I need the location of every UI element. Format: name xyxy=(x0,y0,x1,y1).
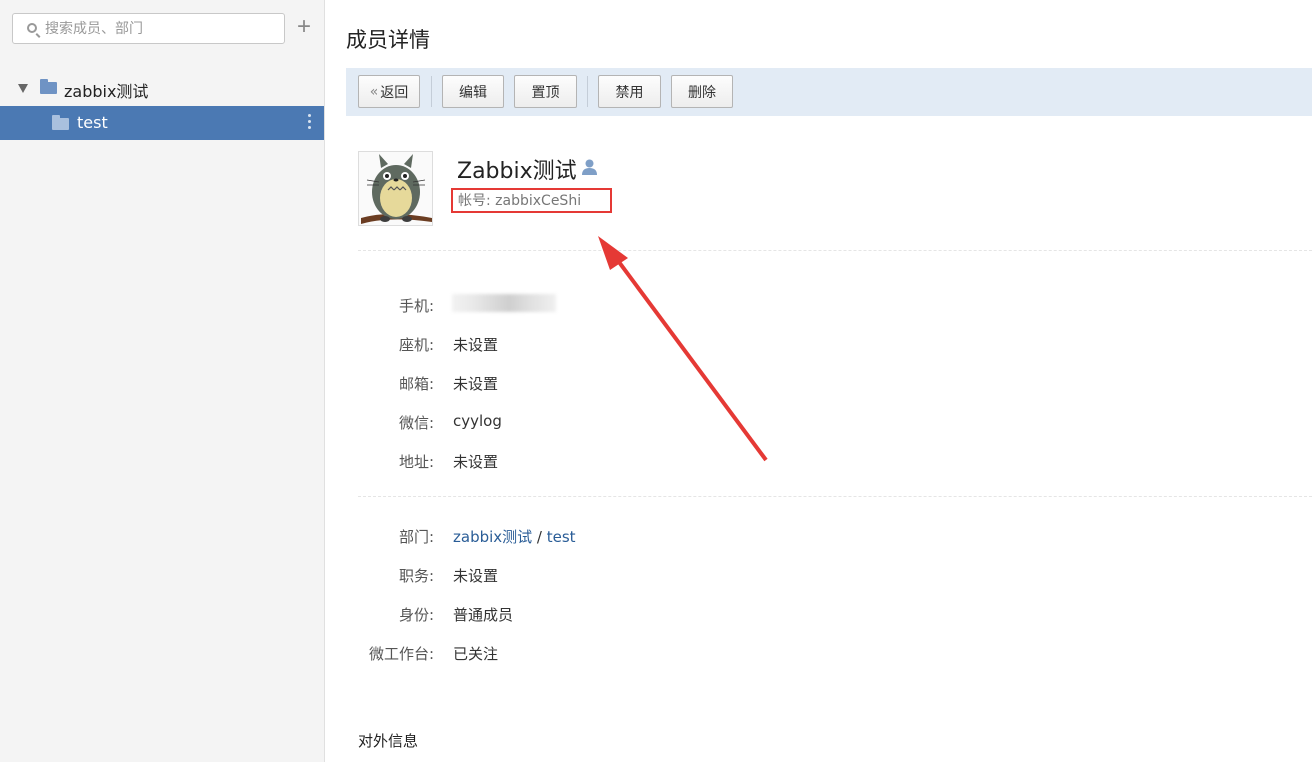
member-name: Zabbix测试 xyxy=(457,159,577,184)
pin-button[interactable]: 置顶 xyxy=(514,75,577,108)
folder-icon xyxy=(52,115,69,130)
pin-button-label: 置顶 xyxy=(531,84,560,101)
sidebar: + zabbix测试 test xyxy=(0,0,325,762)
disable-button[interactable]: 禁用 xyxy=(598,75,661,108)
folder-icon xyxy=(40,79,57,94)
add-button[interactable]: + xyxy=(294,15,314,40)
avatar xyxy=(358,151,433,226)
search-box[interactable] xyxy=(12,13,285,44)
delete-button[interactable]: 删除 xyxy=(671,75,733,108)
back-button-label: 返回 xyxy=(380,84,409,101)
page-title: 成员详情 xyxy=(346,28,430,52)
expand-arrow-icon[interactable] xyxy=(18,84,28,93)
tree-item-test[interactable]: test xyxy=(0,106,324,140)
address-value: 未设置 xyxy=(453,453,499,471)
edit-button[interactable]: 编辑 xyxy=(442,75,504,108)
workbench-value: 已关注 xyxy=(453,645,499,663)
department-link-child[interactable]: test xyxy=(547,528,576,546)
identity-value: 普通成员 xyxy=(453,606,514,624)
main-content: 成员详情 « 返回 编辑 置顶 禁用 删除 Zabbix测试 帐号: zabbi… xyxy=(326,0,1312,762)
more-options-icon[interactable] xyxy=(306,114,312,132)
annotation-highlight-box xyxy=(451,188,612,213)
position-value: 未设置 xyxy=(453,567,499,585)
double-chevron-left-icon: « xyxy=(369,83,379,100)
search-input[interactable] xyxy=(45,15,281,42)
tree-item-label: zabbix测试 xyxy=(64,82,149,101)
toolbar: « 返回 编辑 置顶 禁用 删除 xyxy=(346,68,1312,116)
wechat-value: cyylog xyxy=(453,412,502,430)
department-value: zabbix测试 / test xyxy=(453,526,576,547)
email-value: 未设置 xyxy=(453,375,499,393)
edit-button-label: 编辑 xyxy=(459,84,487,101)
department-link-parent[interactable]: zabbix测试 xyxy=(453,528,532,546)
landline-label: 座机: xyxy=(398,336,434,354)
search-icon xyxy=(27,23,37,33)
address-label: 地址: xyxy=(398,453,434,471)
person-icon xyxy=(582,159,597,175)
wechat-label: 微信: xyxy=(398,414,434,432)
tree-item-zabbix[interactable]: zabbix测试 xyxy=(0,71,324,105)
position-label: 职务: xyxy=(398,567,434,585)
identity-label: 身份: xyxy=(398,606,434,624)
department-label: 部门: xyxy=(398,528,434,546)
toolbar-divider xyxy=(587,76,588,107)
department-separator: / xyxy=(532,528,547,546)
divider xyxy=(358,250,1312,251)
email-label: 邮箱: xyxy=(398,375,434,393)
workbench-label: 微工作台: xyxy=(368,645,434,663)
phone-label: 手机: xyxy=(398,297,434,315)
divider xyxy=(358,496,1312,497)
tree-item-label: test xyxy=(77,113,108,132)
external-info-title: 对外信息 xyxy=(358,732,419,750)
delete-button-label: 删除 xyxy=(688,84,716,101)
phone-value-redacted xyxy=(452,294,556,312)
disable-button-label: 禁用 xyxy=(615,84,644,101)
landline-value: 未设置 xyxy=(453,336,499,354)
toolbar-divider xyxy=(431,76,432,107)
back-button[interactable]: « 返回 xyxy=(358,75,420,108)
